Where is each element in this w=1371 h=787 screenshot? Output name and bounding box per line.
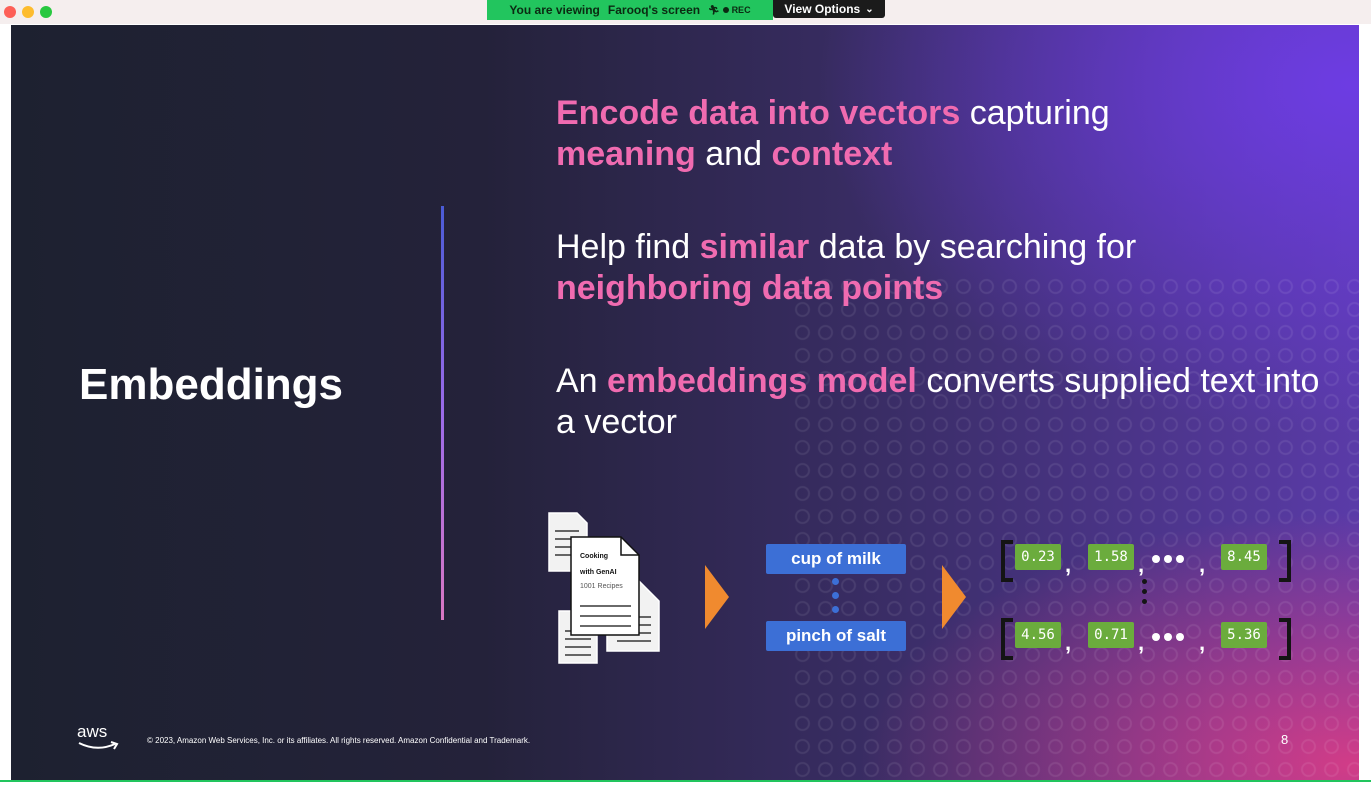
slide-page-number: 8 xyxy=(1281,732,1289,747)
view-options-button[interactable]: View Options ⌄ xyxy=(773,0,885,18)
highlight-text: neighboring data points xyxy=(556,269,944,307)
rec-label: REC xyxy=(731,5,751,15)
highlight-text: context xyxy=(771,135,893,173)
comma-separator: , xyxy=(1199,630,1206,655)
comma-separator: , xyxy=(1065,630,1072,655)
background-dot-pattern xyxy=(791,275,1359,780)
highlight-text: Encode data into vectors xyxy=(556,94,961,132)
arrow-right-icon xyxy=(942,565,966,629)
bracket-left-icon xyxy=(1001,618,1013,660)
bracket-right-icon xyxy=(1279,540,1291,582)
doc-title-line2: with GenAI xyxy=(579,569,617,576)
vector-row: 0.23 , 1.58 , , 8.45 xyxy=(1001,540,1291,582)
comma-separator: , xyxy=(1138,552,1145,577)
screen-share-banner: You are viewing Farooq's screen 🏃︎ REC xyxy=(487,0,773,20)
phrase-chip-top: cup of milk xyxy=(766,544,906,574)
presenter-icon: 🏃︎ xyxy=(708,4,720,15)
vector-row: 4.56 , 0.71 , , 5.36 xyxy=(1001,618,1291,660)
slide-title: Embeddings xyxy=(79,360,344,409)
vector-value: 0.71 xyxy=(1088,622,1134,648)
share-border-line xyxy=(0,780,1371,782)
vector-value: 5.36 xyxy=(1221,622,1267,648)
highlight-text: embeddings model xyxy=(607,362,917,400)
arrow-right-icon xyxy=(705,565,729,629)
doc-title-line1: Cooking xyxy=(580,553,608,560)
recording-indicator: 🏃︎ REC xyxy=(708,5,750,16)
phrase-chip-bottom: pinch of salt xyxy=(766,621,906,651)
minimize-window-button[interactable] xyxy=(22,6,34,18)
plain-text: and xyxy=(695,135,772,173)
bullet-encode-vectors: Encode data into vectors capturing meani… xyxy=(556,93,1326,175)
view-options-label: View Options xyxy=(784,2,861,16)
copyright-notice: © 2023, Amazon Web Services, Inc. or its… xyxy=(147,736,531,745)
shared-slide: Embeddings Encode data into vectors capt… xyxy=(11,25,1359,780)
bracket-left-icon xyxy=(1001,540,1013,582)
documents-icon: Cooking with GenAI 1001 Recipes xyxy=(548,512,660,664)
horizontal-ellipsis-icon xyxy=(1152,555,1184,563)
presenter-name: Farooq's screen xyxy=(607,3,701,17)
plain-text: data by searching for xyxy=(809,228,1137,266)
aws-logo-text: aws xyxy=(77,722,108,741)
horizontal-ellipsis-icon xyxy=(1152,633,1184,641)
plain-text: Help find xyxy=(556,228,700,266)
vector-value: 1.58 xyxy=(1088,544,1134,570)
rec-dot-icon xyxy=(722,7,729,13)
plain-text: An xyxy=(556,362,608,400)
vector-value: 4.56 xyxy=(1015,622,1061,648)
comma-separator: , xyxy=(1138,630,1145,655)
vertical-ellipsis-icon xyxy=(832,578,840,618)
doc-subtitle: 1001 Recipes xyxy=(580,583,623,590)
bullet-find-similar: Help find similar data by searching for … xyxy=(556,227,1326,309)
aws-smile-icon xyxy=(78,741,119,750)
plain-text: capturing xyxy=(960,94,1110,132)
chevron-down-icon: ⌄ xyxy=(865,3,874,15)
highlight-text: meaning xyxy=(556,135,696,173)
comma-separator: , xyxy=(1199,552,1206,577)
vertical-divider xyxy=(441,206,444,620)
vector-value: 8.45 xyxy=(1221,544,1267,570)
vector-value: 0.23 xyxy=(1015,544,1061,570)
close-window-button[interactable] xyxy=(4,6,16,18)
aws-logo: aws xyxy=(77,722,121,752)
bracket-right-icon xyxy=(1279,618,1291,660)
fullscreen-window-button[interactable] xyxy=(40,6,52,18)
highlight-text: similar xyxy=(699,228,810,266)
comma-separator: , xyxy=(1065,552,1072,577)
viewing-label: You are viewing xyxy=(509,3,600,17)
bullet-embeddings-model: An embeddings model converts supplied te… xyxy=(556,361,1326,443)
